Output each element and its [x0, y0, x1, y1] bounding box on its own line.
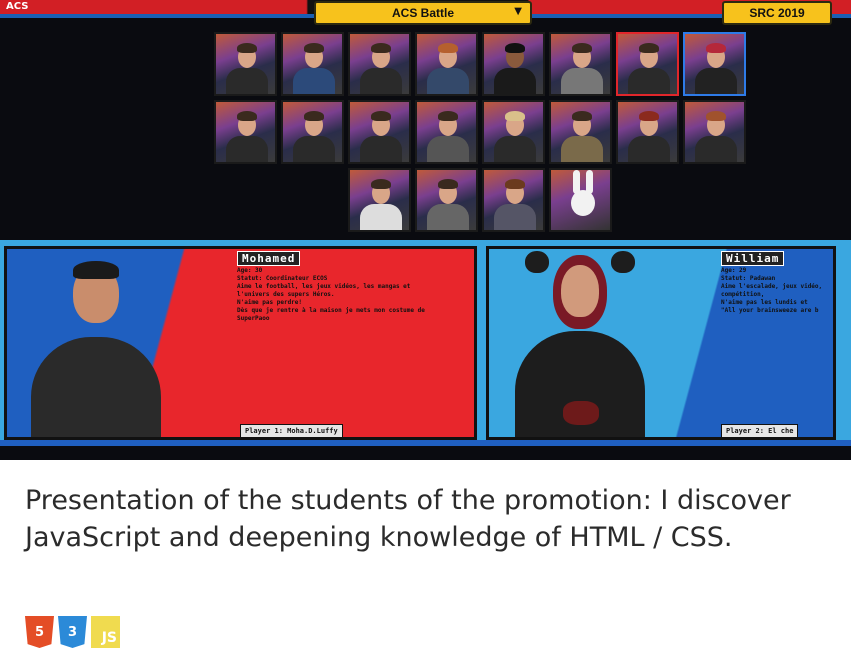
- character-tile[interactable]: [549, 32, 612, 96]
- character-row-1: [214, 32, 746, 96]
- character-tile[interactable]: [348, 32, 411, 96]
- player1-name: Mohamed: [237, 251, 301, 266]
- character-tile[interactable]: [281, 100, 344, 164]
- character-tile[interactable]: [214, 100, 277, 164]
- event-badge: SRC 2019: [722, 1, 832, 25]
- character-tile[interactable]: [482, 168, 545, 232]
- player2-panel: William Age: 29 Statut: Padawan Aime l'e…: [486, 246, 836, 440]
- character-tile[interactable]: [415, 32, 478, 96]
- player1-portrait: [31, 257, 161, 437]
- bottom-bar-dark: [0, 446, 851, 460]
- character-tile[interactable]: [415, 168, 478, 232]
- css3-icon: 3: [58, 616, 87, 648]
- character-tile[interactable]: [214, 32, 277, 96]
- player1-panel: Mohamed Age: 30 Statut: Coordinateur ECO…: [4, 246, 477, 440]
- project-screenshot: ACS ACS Battle ▼ SRC 2019 Mohamed Age: 3…: [0, 0, 851, 460]
- character-tile[interactable]: [482, 32, 545, 96]
- character-tile[interactable]: [549, 100, 612, 164]
- acs-logo: ACS: [6, 1, 29, 12]
- player2-tag: Player 2: El che: [721, 424, 799, 437]
- character-tile[interactable]: [482, 100, 545, 164]
- character-tile-selected-p1[interactable]: [616, 32, 679, 96]
- game-selector-label: ACS Battle: [391, 6, 454, 20]
- html5-icon: 5: [25, 616, 54, 648]
- player1-info: Age: 30 Statut: Coordinateur ECOS Aime l…: [237, 267, 425, 322]
- character-tile-rabbid[interactable]: [549, 168, 612, 232]
- character-tile[interactable]: [281, 32, 344, 96]
- player1-tag: Player 1: Moha.D.Luffy: [240, 424, 343, 437]
- project-description: Presentation of the students of the prom…: [25, 485, 791, 553]
- player2-portrait: [505, 251, 655, 437]
- character-tile[interactable]: [683, 100, 746, 164]
- character-tile[interactable]: [415, 100, 478, 164]
- player2-name: William: [721, 251, 785, 266]
- character-tile[interactable]: [348, 168, 411, 232]
- chevron-down-icon: ▼: [514, 6, 522, 17]
- character-row-3: [348, 168, 612, 232]
- javascript-icon: JS: [91, 616, 120, 648]
- character-row-2: [214, 100, 746, 164]
- character-tile-selected-p2[interactable]: [683, 32, 746, 96]
- character-tile[interactable]: [616, 100, 679, 164]
- tech-stack: 5 3 JS: [25, 616, 120, 648]
- game-selector-dropdown[interactable]: ACS Battle ▼: [314, 1, 532, 25]
- character-tile[interactable]: [348, 100, 411, 164]
- event-label: SRC 2019: [749, 6, 805, 20]
- player2-info: Age: 29 Statut: Padawan Aime l'escalade,…: [721, 267, 823, 314]
